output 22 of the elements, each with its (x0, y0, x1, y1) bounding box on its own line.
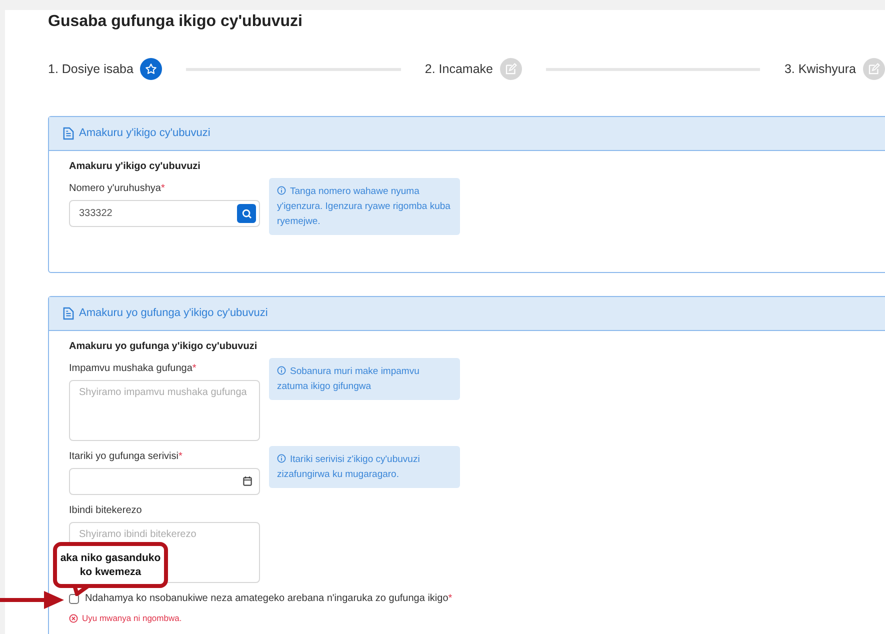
field-label: Ibindi bitekerezo (69, 505, 142, 516)
hint-text: Tanga nomero wahawe nyuma y'igenzura. Igenzura ryawe rigomba kuba ryemejwe. (269, 178, 460, 235)
step-label: 3. Kwishyura (784, 62, 856, 76)
required-mark: * (448, 593, 452, 604)
step-label: 1. Dosiye isaba (48, 62, 134, 76)
field-label: Nomero y'uruhushya (69, 183, 161, 194)
field-label: Itariki yo gufunga serivisi (69, 451, 178, 462)
section-subtitle: Amakuru y'ikigo cy'ubuvuzi (69, 161, 202, 173)
error-message: Uyu mwanya ni ngombwa. (82, 613, 182, 624)
required-mark: * (178, 451, 182, 462)
section-title: Amakuru y'ikigo cy'ubuvuzi (79, 126, 210, 140)
required-mark: * (160, 183, 165, 194)
hint-text: Itariki serivisi z'ikigo cy'ubuvuzi zizafungirwa ku mugaragaro. (269, 446, 460, 488)
hint-text: Sobanura muri make impamvu zatuma ikigo gifungwa (269, 358, 460, 400)
page-title: Gusaba gufunga ikigo cy'ubuvuzi (48, 12, 304, 32)
section-subtitle: Amakuru yo gufunga y'ikigo cy'ubuvuzi (69, 341, 258, 353)
checkbox-label: Ndahamya ko nsobanukiwe neza amategeko arebana n'ingaruka zo gufunga ikigo (85, 593, 448, 604)
callout-tooltip: aka niko gasanduko ko kwemeza (53, 542, 168, 588)
field-label: Impamvu mushaka gufunga (69, 363, 192, 374)
required-mark: * (192, 363, 196, 374)
step-label: 2. Incamake (424, 62, 493, 76)
section-title: Amakuru yo gufunga y'ikigo cy'ubuvuzi (79, 306, 268, 320)
